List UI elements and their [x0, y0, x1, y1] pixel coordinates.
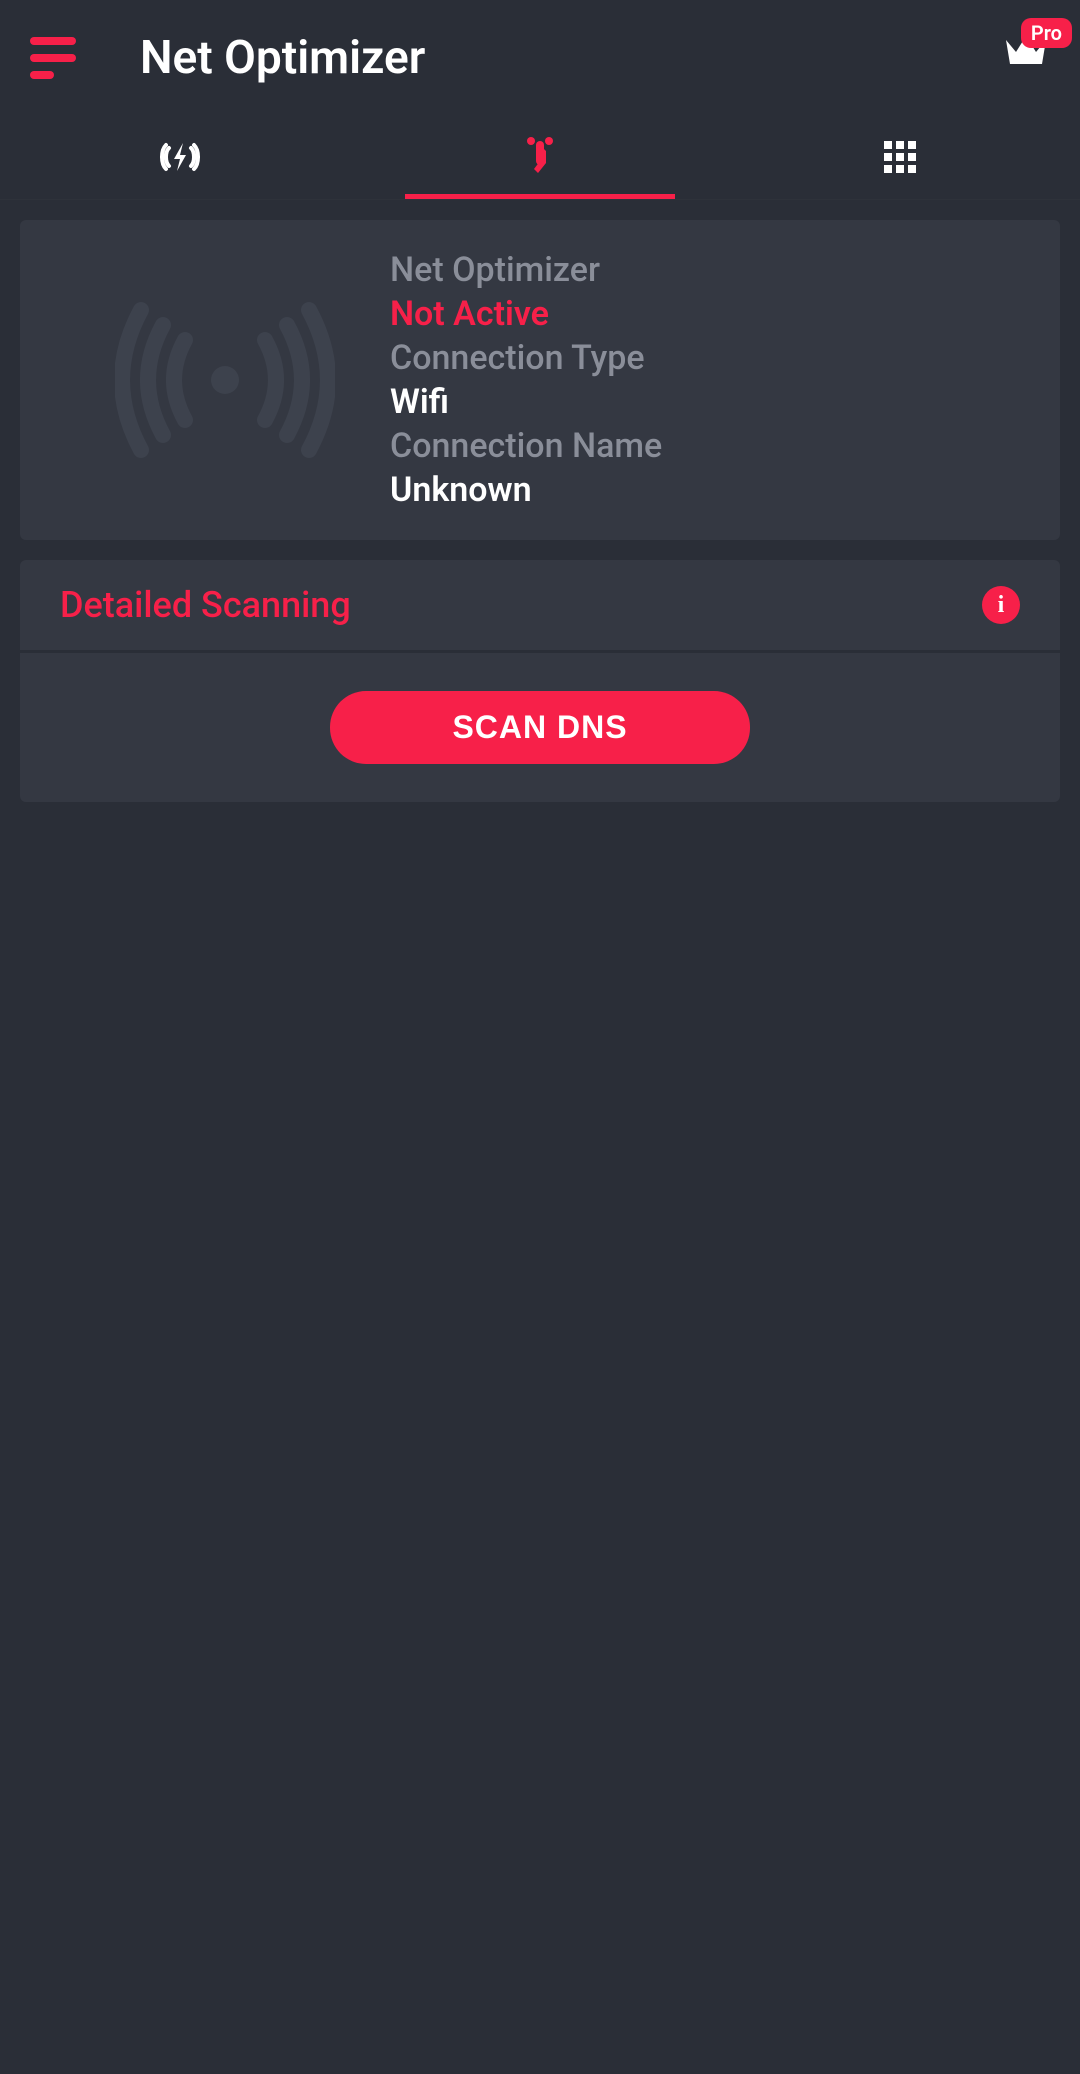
connection-name-label: Connection Name [390, 426, 1020, 466]
main-content: Net Optimizer Not Active Connection Type… [0, 200, 1080, 842]
connection-type-label: Connection Type [390, 338, 1020, 378]
wifi-signal-icon [60, 290, 390, 470]
menu-bar-icon [30, 54, 76, 62]
scan-section-title: Detailed Scanning [60, 584, 351, 626]
status-card: Net Optimizer Not Active Connection Type… [20, 220, 1060, 540]
tab-grid[interactable] [720, 115, 1080, 199]
scan-card: Detailed Scanning i SCAN DNS [20, 560, 1060, 802]
menu-bar-icon [30, 71, 54, 79]
tab-speed[interactable] [0, 115, 360, 199]
info-button[interactable]: i [982, 586, 1020, 624]
pro-button[interactable]: Pro [1002, 30, 1050, 72]
scan-body: SCAN DNS [20, 653, 1060, 802]
status-info: Net Optimizer Not Active Connection Type… [390, 250, 1020, 510]
connection-type-value: Wifi [390, 382, 1020, 422]
menu-bar-icon [30, 37, 76, 45]
info-icon: i [998, 592, 1005, 619]
scan-dns-button[interactable]: SCAN DNS [330, 691, 750, 764]
app-status-value: Not Active [390, 294, 1020, 334]
speed-wave-icon [156, 133, 204, 181]
grid-icon [876, 133, 924, 181]
app-title: Net Optimizer [140, 31, 425, 85]
connection-name-value: Unknown [390, 470, 1020, 510]
scan-header: Detailed Scanning i [20, 560, 1060, 653]
app-header: Net Optimizer Pro [0, 0, 1080, 115]
pro-badge: Pro [1021, 18, 1072, 48]
tab-bar [0, 115, 1080, 200]
menu-button[interactable] [30, 28, 90, 88]
touch-icon [516, 133, 564, 181]
app-status-label: Net Optimizer [390, 250, 1020, 290]
tab-touch[interactable] [360, 115, 720, 199]
